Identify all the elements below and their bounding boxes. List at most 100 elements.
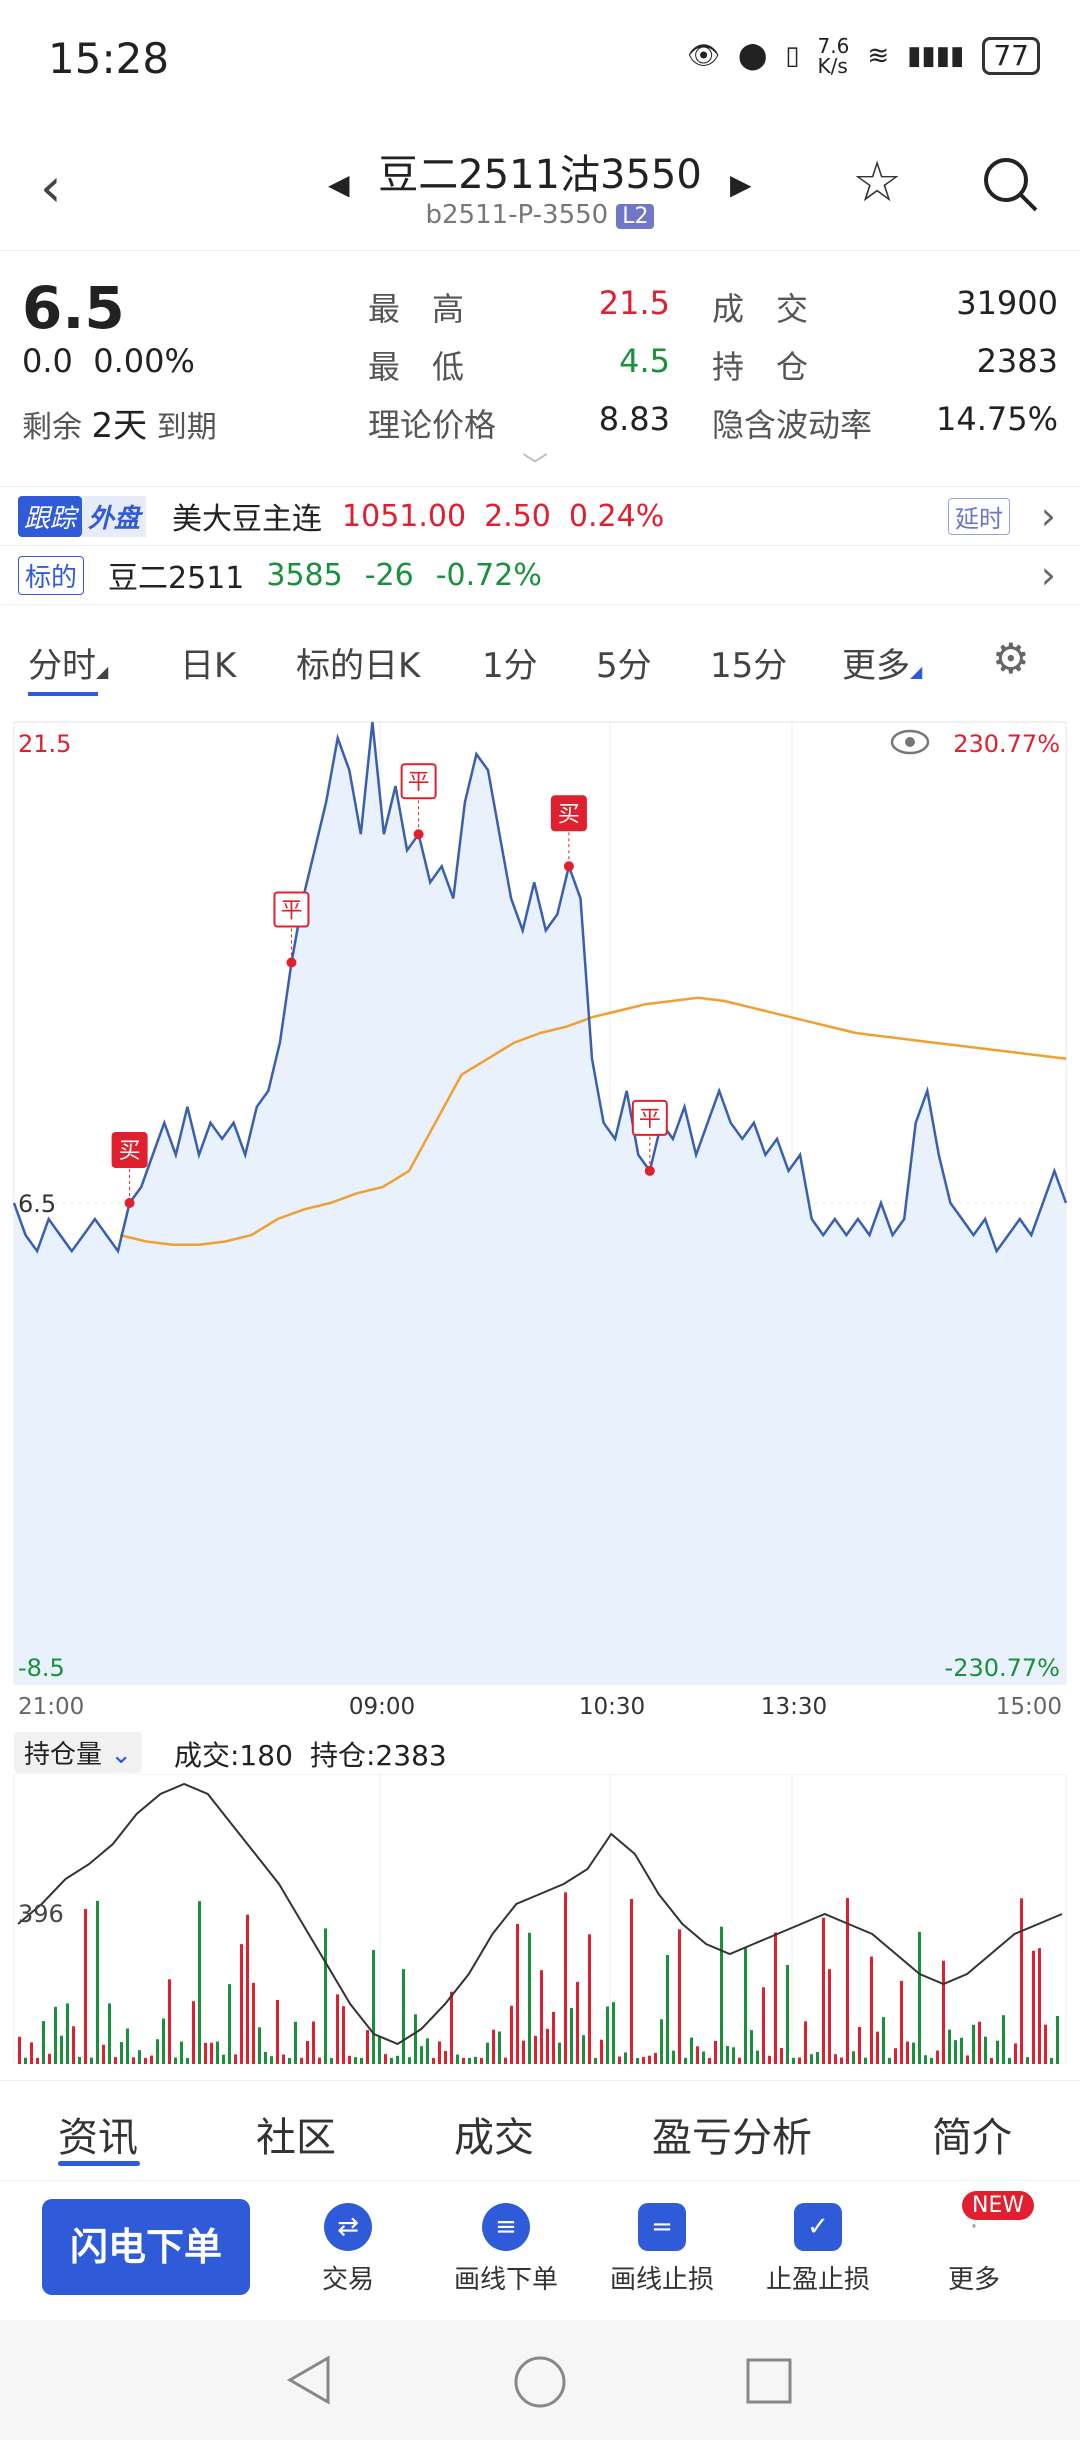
star-icon[interactable]: ☆ [852, 150, 902, 215]
volume-bar [156, 2039, 159, 2064]
volume-bar [666, 1954, 669, 2064]
volume-bar [588, 1934, 591, 2064]
expire-label: 到期 [156, 410, 217, 445]
volume-bar [774, 1932, 777, 2064]
tab-community[interactable]: 社区 [256, 2105, 336, 2163]
network-speed: 7.6 K/s [817, 34, 850, 78]
indicator-selector[interactable]: 持仓量 ⌄ [14, 1732, 143, 1773]
volume-bar [960, 2037, 963, 2064]
volume-bar [354, 2057, 357, 2064]
volume-bar [498, 2031, 501, 2064]
tab-news[interactable]: 资讯 [58, 2105, 138, 2163]
new-badge: NEW [962, 2191, 1035, 2220]
volume-bar [36, 2057, 39, 2064]
tab-trades[interactable]: 成交 [454, 2105, 534, 2163]
chevron-right-icon: › [1040, 494, 1056, 538]
quote-panel: 6.5 0.0 0.00% 剩余 2天 到期 最 高 21.5 最 低 4.5 … [0, 250, 1080, 482]
location-icon: ⬤ [738, 41, 768, 71]
volume-bar [618, 2056, 621, 2064]
volume-bar [522, 2040, 525, 2064]
volume-bar [732, 2047, 735, 2064]
underlying-bar[interactable]: 标的 豆二2511 3585 -26 -0.72% › [0, 546, 1080, 605]
marker-label: 平 [408, 770, 430, 795]
vibrate-icon: ▯ [785, 41, 800, 71]
tab-pnl-analysis[interactable]: 盈亏分析 [652, 2105, 812, 2163]
draw-stop-button[interactable]: = 画线止损 [592, 2203, 732, 2296]
volume-bar [300, 2057, 303, 2064]
volume-bar [1056, 2016, 1059, 2064]
volume-bar [18, 2036, 21, 2064]
volume-bar [132, 2057, 135, 2064]
tab-5min[interactable]: 5分 [596, 638, 652, 687]
volume-bar [624, 2052, 627, 2064]
volume-bar [714, 2040, 717, 2064]
volume-bar [1032, 1950, 1035, 2064]
flash-order-button[interactable]: 闪电下单 [42, 2199, 250, 2295]
volume-bar [462, 2057, 465, 2064]
volume-bar [180, 2041, 183, 2064]
volume-bar [486, 2042, 489, 2064]
volume-bar [972, 2024, 975, 2064]
volume-bar [924, 2055, 927, 2064]
outer-tag: 外盘 [82, 495, 147, 537]
nav-recents-icon[interactable] [744, 2356, 794, 2406]
volume-bar [228, 1984, 231, 2064]
volume-bar [744, 1947, 747, 2064]
volume-bar [270, 2056, 273, 2064]
volume-bar [696, 2046, 699, 2064]
volume-bar [162, 2018, 165, 2064]
nav-home-icon[interactable] [512, 2354, 568, 2410]
volume-bar [84, 1908, 87, 2064]
trade-button[interactable]: ⇄ 交易 [278, 2203, 418, 2296]
volume-bar [204, 2042, 207, 2064]
volume-bar [168, 1979, 171, 2064]
oi-label: 持 仓 [712, 348, 809, 386]
volume-bar [420, 2046, 423, 2064]
y-min-label: -8.5 [18, 1654, 65, 1682]
oi-readout: 持仓:2383 [310, 1739, 447, 1772]
volume-bar [264, 2051, 267, 2064]
tp-sl-button[interactable]: ✓ 止盈止损 [748, 2203, 888, 2296]
next-contract-icon[interactable]: ▶ [730, 168, 752, 201]
volume-bar [636, 2057, 639, 2064]
chart-tabs: 分时◢ 日K 标的日K 1分 5分 15分 更多◢ ⚙ [0, 608, 1080, 708]
volume-bar [630, 1898, 633, 2064]
draw-order-label: 画线下单 [453, 2265, 558, 2295]
time-label-start: 21:00 [18, 1694, 84, 1720]
y-max-label: 21.5 [18, 730, 71, 758]
tab-day-k[interactable]: 日K [180, 638, 236, 687]
volume-bar [1002, 2015, 1005, 2064]
volume-bar [78, 2057, 81, 2064]
volume-bar [708, 2057, 711, 2064]
volume-axis-label: 396 [18, 1900, 64, 1928]
tab-intro[interactable]: 简介 [932, 2105, 1012, 2163]
outer-market-bar[interactable]: 跟踪 外盘 美大豆主连 1051.00 2.50 0.24% 延时 › [0, 486, 1080, 546]
tab-15min[interactable]: 15分 [710, 638, 787, 687]
tab-1min[interactable]: 1分 [482, 638, 538, 687]
tab-underlying-day-k[interactable]: 标的日K [296, 638, 420, 687]
track-tag: 跟踪 [18, 495, 83, 537]
shield-icon: = [638, 2203, 686, 2251]
volume-bar [864, 2057, 867, 2064]
outer-change-pct: 0.24% [568, 498, 665, 534]
volume-bar [276, 1999, 279, 2064]
volume-bar [816, 2052, 819, 2064]
expand-icon[interactable]: ﹀ [522, 446, 548, 483]
tab-more[interactable]: 更多◢ [842, 638, 922, 687]
time-label-1330: 13:30 [761, 1694, 827, 1720]
volume-bar [540, 1970, 543, 2064]
volume-bar [516, 1923, 519, 2064]
volume-bar [600, 2039, 603, 2064]
bottom-tab-indicator [58, 2161, 140, 2166]
settings-gear-icon[interactable]: ⚙ [992, 634, 1030, 683]
signal-icon: ▮▮▮▮ [907, 41, 965, 71]
tab-timeshare[interactable]: 分时◢ [28, 638, 108, 687]
draw-order-button[interactable]: ≡ 画线下单 [436, 2203, 576, 2296]
outer-price: 1051.00 [342, 498, 467, 534]
search-icon[interactable] [980, 154, 1040, 218]
contract-code-text: b2511-P-3550 [425, 200, 609, 230]
nav-back-icon[interactable] [284, 2354, 336, 2406]
volume-bar [1038, 1948, 1041, 2064]
volume-bar [240, 1944, 243, 2064]
oi-value: 2383 [976, 342, 1058, 380]
